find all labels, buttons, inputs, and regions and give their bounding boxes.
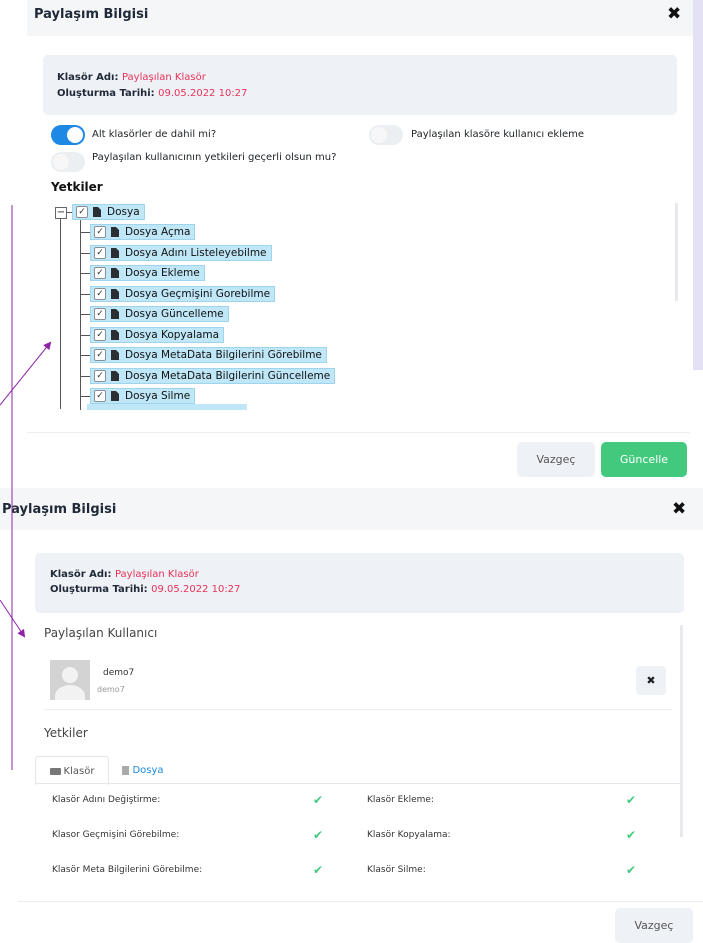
annotation-arrow: [0, 341, 52, 406]
annotation-overlay: [0, 205, 52, 770]
